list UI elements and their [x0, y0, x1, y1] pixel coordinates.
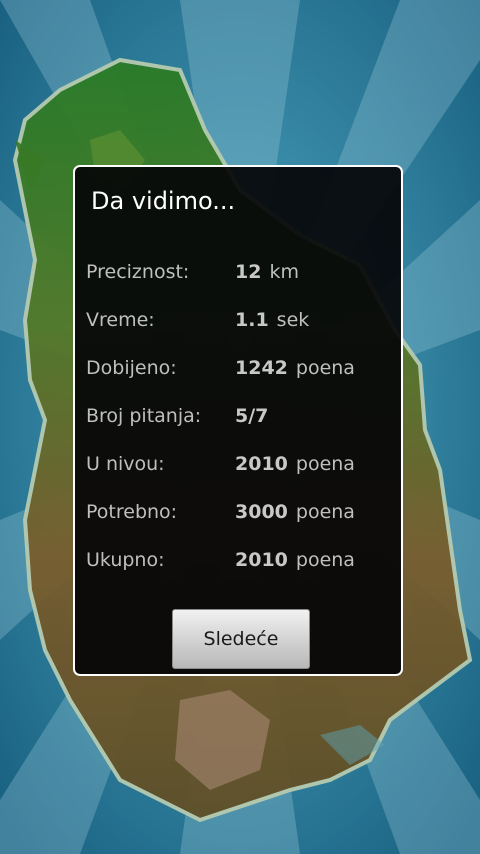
- next-button[interactable]: Sledeće: [172, 609, 310, 669]
- stat-value: 12 km: [235, 261, 299, 283]
- stat-number: 3000: [235, 501, 288, 523]
- dialog-title: Da vidimo...: [91, 187, 236, 215]
- stat-label: Potrebno:: [86, 501, 178, 523]
- stat-row-total: Ukupno: 2010 poena: [75, 537, 401, 585]
- stat-number: 5/7: [235, 405, 269, 427]
- stat-label: U nivou:: [86, 453, 165, 475]
- stat-row-question-count: Broj pitanja: 5/7: [75, 393, 401, 441]
- stat-row-required: Potrebno: 3000 poena: [75, 489, 401, 537]
- stat-label: Preciznost:: [86, 261, 190, 283]
- stat-value: 1.1 sek: [235, 309, 309, 331]
- stat-number: 1242: [235, 357, 288, 379]
- stat-label: Ukupno:: [86, 549, 165, 571]
- stat-number: 1.1: [235, 309, 269, 331]
- stat-label: Vreme:: [86, 309, 155, 331]
- stats-list: Preciznost: 12 km Vreme: 1.1 sek Dobijeno:…: [75, 249, 401, 585]
- stat-value: 2010 poena: [235, 453, 355, 475]
- stat-value: 5/7: [235, 405, 268, 427]
- stat-unit: km: [269, 261, 299, 283]
- stat-value: 1242 poena: [235, 357, 355, 379]
- stat-number: 12: [235, 261, 262, 283]
- stat-row-precision: Preciznost: 12 km: [75, 249, 401, 297]
- stat-number: 2010: [235, 549, 288, 571]
- results-dialog: Da vidimo... Preciznost: 12 km Vreme: 1.1…: [73, 165, 403, 676]
- stat-value: 3000 poena: [235, 501, 355, 523]
- stat-label: Dobijeno:: [86, 357, 177, 379]
- stat-value: 2010 poena: [235, 549, 355, 571]
- stat-row-in-level: U nivou: 2010 poena: [75, 441, 401, 489]
- stat-unit: poena: [295, 453, 355, 475]
- stat-unit: sek: [276, 309, 310, 331]
- stat-label: Broj pitanja:: [86, 405, 202, 427]
- stat-unit: poena: [295, 357, 355, 379]
- stat-unit: poena: [295, 549, 355, 571]
- stat-row-time: Vreme: 1.1 sek: [75, 297, 401, 345]
- stat-unit: poena: [295, 501, 355, 523]
- stat-row-earned: Dobijeno: 1242 poena: [75, 345, 401, 393]
- stat-number: 2010: [235, 453, 288, 475]
